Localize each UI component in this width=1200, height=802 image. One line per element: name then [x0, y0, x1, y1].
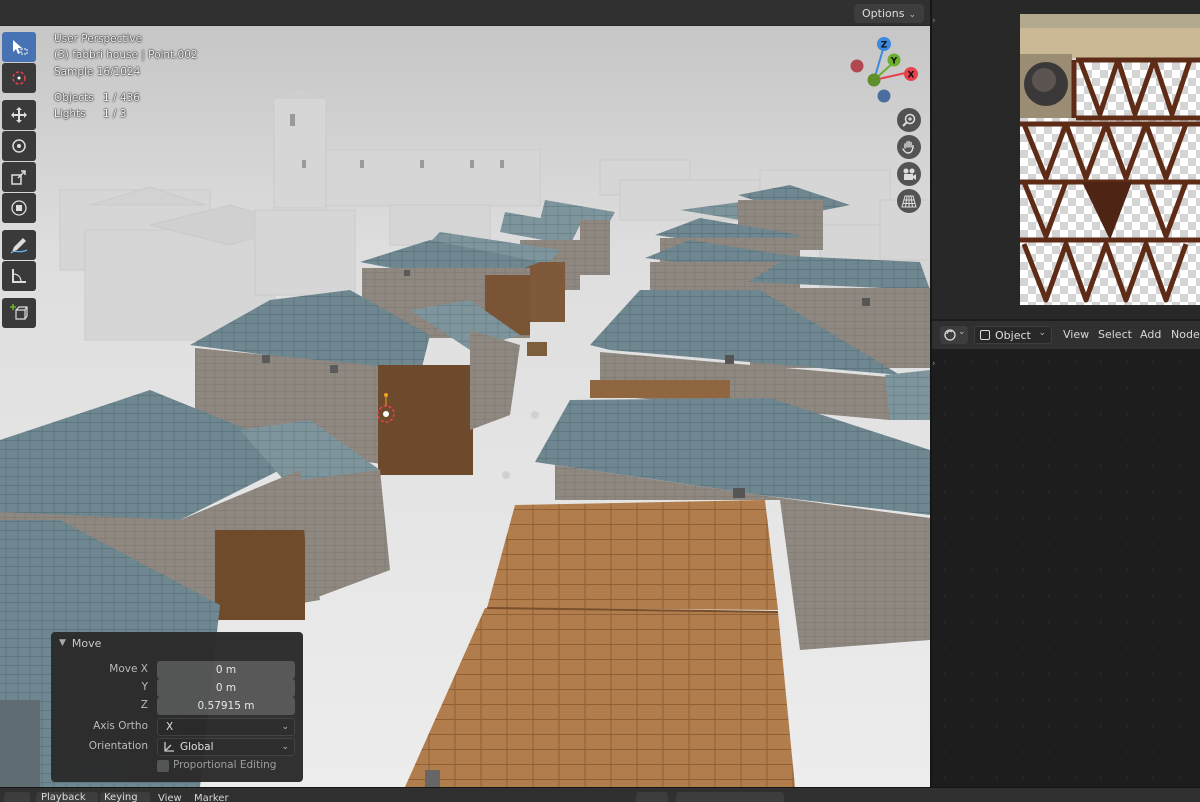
keying-menu[interactable]: Keying	[100, 792, 150, 802]
annotate-icon	[10, 238, 28, 254]
timeline-marker-menu[interactable]: Marker	[194, 793, 229, 802]
move-z-row: Z 0.57915 m	[51, 697, 303, 715]
sample-count: Sample 16/1024	[54, 66, 141, 78]
navigation-gizmo[interactable]: Z Y X	[848, 34, 922, 108]
cursor-icon	[12, 71, 26, 85]
chevron-down-icon: ⌄	[1038, 328, 1046, 338]
select-box-icon	[13, 40, 28, 55]
chevron-down-icon: ⌄	[281, 722, 289, 732]
chevron-down-icon: ▼	[59, 638, 66, 648]
move-x-field[interactable]: 0 m	[157, 661, 295, 679]
keying-label: Keying	[104, 792, 138, 802]
orientation-global-icon	[164, 742, 174, 752]
pan-button[interactable]	[897, 135, 921, 159]
move-tool[interactable]	[2, 100, 36, 130]
hand-icon	[902, 140, 914, 154]
transform-tool[interactable]	[2, 193, 36, 223]
move-z-field[interactable]: 0.57915 m	[157, 697, 295, 715]
camera-icon	[903, 168, 916, 180]
node-editor-canvas[interactable]: ›	[932, 349, 1200, 787]
menu-view[interactable]: View	[1063, 328, 1089, 341]
scale-tool[interactable]	[2, 162, 36, 192]
z-axis-label: Z	[881, 41, 888, 51]
annotate-tool[interactable]	[2, 230, 36, 260]
playback-menu[interactable]: Playback	[36, 792, 98, 802]
node-editor-header: ⌄ Object ⌄ View Select Add Node	[932, 321, 1200, 349]
lights-value: 1 / 3	[103, 108, 127, 120]
chevron-down-icon: ⌄	[281, 742, 289, 752]
objects-label: Objects	[54, 92, 94, 104]
object-path: (3) fabbri house | Point.002	[54, 49, 198, 61]
grid-perspective-icon	[901, 195, 917, 208]
expand-arrow-icon[interactable]: ›	[932, 16, 936, 26]
axis-ortho-dropdown[interactable]: X ⌄	[157, 718, 295, 736]
object-icon	[980, 330, 990, 340]
proportional-row: Proportional Editing	[51, 759, 303, 777]
menu-select[interactable]: Select	[1098, 328, 1132, 341]
move-z-label: Z	[140, 699, 148, 711]
orientation-value: Global	[180, 741, 214, 753]
measure-tool[interactable]	[2, 261, 36, 291]
move-y-field[interactable]: 0 m	[157, 679, 295, 697]
axis-ortho-row: Axis Ortho X ⌄	[51, 718, 303, 736]
add-cube-icon	[10, 304, 28, 320]
lights-label: Lights	[54, 108, 86, 120]
orientation-row: Orientation Global ⌄	[51, 738, 303, 756]
tool-shelf	[2, 32, 40, 329]
options-label: Options	[862, 7, 905, 20]
menu-add[interactable]: Add	[1140, 328, 1161, 341]
timeline-view-menu[interactable]: View	[158, 793, 182, 802]
orientation-dropdown[interactable]: Global ⌄	[157, 738, 295, 756]
menu-node[interactable]: Node	[1171, 328, 1200, 341]
3d-viewport[interactable]: Options ⌄ User Perspective (3) fabbri hou…	[0, 0, 930, 787]
proportional-editing-checkbox[interactable]	[157, 760, 169, 772]
axis-ortho-value: X	[166, 721, 174, 733]
add-cube-tool[interactable]	[2, 298, 36, 328]
view-name: User Perspective	[54, 33, 143, 45]
x-axis-label: X	[908, 71, 915, 81]
playback-label: Playback	[41, 792, 86, 802]
perspective-toggle-button[interactable]	[897, 189, 921, 213]
timeline-header: Playback Keying View Marker	[0, 787, 1200, 802]
orientation-label: Orientation	[88, 740, 148, 752]
expand-arrow-icon[interactable]: ›	[932, 359, 936, 369]
neg-x-axis-icon[interactable]	[850, 59, 864, 73]
options-button[interactable]: Options ⌄	[854, 4, 924, 23]
rotate-tool[interactable]	[2, 131, 36, 161]
neg-y-axis-icon[interactable]	[867, 73, 881, 87]
move-y-row: Y 0 m	[51, 679, 303, 697]
move-operator-panel[interactable]: ▼ Move Move X 0 m Y 0 m Z 0.57915 m Axis…	[51, 632, 303, 782]
playback-controls[interactable]	[676, 792, 784, 802]
proportional-editing-label: Proportional Editing	[173, 759, 277, 771]
zoom-button[interactable]	[897, 108, 921, 132]
rotate-icon	[12, 139, 26, 153]
scale-icon	[11, 170, 26, 185]
y-axis-label: Y	[890, 57, 898, 67]
move-icon	[11, 107, 27, 123]
objects-value: 1 / 436	[103, 92, 140, 104]
camera-view-button[interactable]	[897, 162, 921, 186]
editor-type-button[interactable]: ⌄	[940, 326, 968, 344]
move-x-label: Move X	[109, 663, 148, 675]
transform-icon	[11, 200, 27, 216]
viewport-header: Options ⌄	[0, 0, 930, 26]
node-editor-icon	[944, 329, 956, 341]
editor-type-button[interactable]	[4, 792, 30, 802]
chevron-down-icon: ⌄	[908, 10, 916, 20]
shader-type-dropdown[interactable]: Object ⌄	[974, 326, 1052, 344]
ruler-icon	[12, 269, 26, 283]
move-panel-header[interactable]: ▼ Move	[51, 632, 303, 654]
axis-ortho-label: Axis Ortho	[93, 720, 148, 732]
zoom-icon	[902, 113, 916, 127]
move-y-label: Y	[141, 681, 148, 693]
select-box-tool[interactable]	[2, 32, 36, 62]
texture-image[interactable]	[1020, 14, 1200, 305]
neg-z-axis-icon[interactable]	[877, 89, 891, 103]
move-x-row: Move X 0 m	[51, 661, 303, 679]
cursor-tool[interactable]	[2, 63, 36, 93]
shader-type-value: Object	[995, 329, 1031, 342]
move-panel-title: Move	[71, 636, 102, 650]
record-button[interactable]	[636, 792, 668, 802]
chevron-down-icon: ⌄	[958, 327, 966, 337]
